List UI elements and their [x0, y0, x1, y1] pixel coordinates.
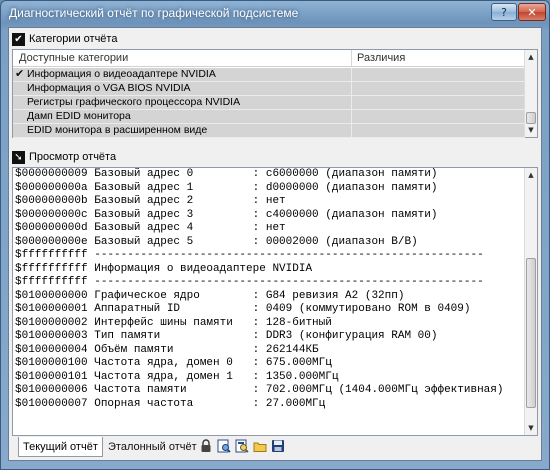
help-button[interactable]: ?: [491, 3, 517, 21]
report-tabs: Текущий отчёт Эталонный отчёт: [12, 436, 538, 458]
tab-reference-report[interactable]: Эталонный отчёт: [104, 437, 201, 457]
column-header-available[interactable]: Доступные категории: [19, 52, 128, 64]
scroll-up-icon[interactable]: ▲: [525, 169, 537, 181]
category-diff-cell: [351, 82, 352, 96]
scroll-thumb[interactable]: [526, 258, 536, 408]
report-line: $000000000b Базовый адрес 2 : нет: [15, 195, 286, 207]
dialog-client-area: ✔ Категории отчёта Доступные категории Р…: [8, 27, 542, 461]
column-header-diff[interactable]: Различия: [357, 52, 405, 64]
category-row[interactable]: ✔ Информация о видеоадаптере NVIDIA: [13, 67, 525, 82]
category-diff-cell: [351, 124, 352, 138]
app-window: Диагностический отчёт по графической под…: [0, 0, 550, 470]
category-label: Дамп EDID монитора: [27, 110, 131, 122]
save-icon[interactable]: [271, 439, 285, 453]
scroll-up-icon[interactable]: ▲: [525, 51, 537, 63]
category-label: Информация о VGA BIOS NVIDIA: [27, 82, 191, 94]
category-diff-cell: [351, 68, 352, 82]
categories-panel: Доступные категории Различия ✔ Информаци…: [12, 49, 538, 138]
categories-scrollbar[interactable]: ▲ ▼: [524, 50, 537, 137]
report-line: $000000000c Базовый адрес 3 : c4000000 (…: [15, 208, 438, 221]
report-line: $0100000007 Опорная частота : 27.000МГц: [15, 397, 326, 410]
close-button[interactable]: ✕: [518, 3, 546, 21]
category-row[interactable]: EDID монитора в расширенном виде: [13, 124, 525, 138]
category-diff-cell: [351, 96, 352, 110]
checkmark-icon: ✔: [15, 67, 25, 80]
report-line: $ffffffffff ----------------------------…: [15, 276, 484, 288]
scroll-down-icon[interactable]: ▼: [525, 124, 537, 136]
report-line: $0100000101 Частота ядра, домен 1 : 1350…: [15, 370, 339, 383]
category-row[interactable]: Дамп EDID монитора: [13, 110, 525, 124]
scroll-thumb[interactable]: [526, 112, 536, 124]
report-section-header[interactable]: ➘ Просмотр отчёта: [12, 148, 538, 166]
report-scrollbar[interactable]: ▲ ▼: [524, 168, 537, 435]
report-panel: $0000000009 Базовый адрес 0 : c6000000 (…: [12, 167, 538, 436]
window-title: Диагностический отчёт по графической под…: [9, 6, 299, 20]
report-line: $000000000d Базовый адрес 4 : нет: [15, 222, 286, 234]
report-text: $0000000009 Базовый адрес 0 : c6000000 (…: [15, 168, 523, 411]
report-line: $0100000002 Интерфейс шины памяти : 128-…: [15, 316, 332, 329]
collapse-arrow-icon[interactable]: ➘: [12, 150, 25, 164]
report-line: $0000000009 Базовый адрес 0 : c6000000 (…: [15, 168, 438, 180]
categories-table-header: Доступные категории Различия: [13, 50, 525, 67]
column-separator[interactable]: [351, 50, 352, 67]
report-section-label: Просмотр отчёта: [29, 151, 117, 163]
lock-icon[interactable]: [199, 439, 213, 453]
report-line: $0100000006 Частота памяти : 702.000МГц …: [15, 384, 504, 396]
report-line: $ffffffffff Информация о видеоадаптере N…: [15, 262, 313, 275]
categories-table: Доступные категории Различия ✔ Информаци…: [13, 50, 525, 138]
collapse-check-icon[interactable]: ✔: [12, 32, 25, 46]
title-bar[interactable]: Диагностический отчёт по графической под…: [1, 1, 549, 25]
category-label: Регистры графического процессора NVIDIA: [27, 96, 241, 108]
category-label: EDID монитора в расширенном виде: [27, 124, 208, 136]
category-row[interactable]: Регистры графического процессора NVIDIA: [13, 96, 525, 110]
categories-section-label: Категории отчёта: [29, 33, 118, 45]
category-diff-cell: [351, 110, 352, 124]
report-line: $000000000a Базовый адрес 1 : d0000000 (…: [15, 181, 438, 194]
compare-icon[interactable]: [235, 439, 249, 453]
category-label: Информация о видеоадаптере NVIDIA: [27, 68, 216, 80]
report-line: $0100000004 Объём памяти : 262144КБ: [15, 343, 319, 356]
report-line: $0100000003 Тип памяти : DDR3 (конфигура…: [15, 330, 438, 342]
view-icon[interactable]: [217, 439, 231, 453]
category-row[interactable]: Информация о VGA BIOS NVIDIA: [13, 82, 525, 96]
report-line: $0100000001 Аппаратный ID : 0409 (коммут…: [15, 303, 471, 315]
categories-section-header[interactable]: ✔ Категории отчёта: [12, 30, 538, 48]
report-line: $000000000e Базовый адрес 5 : 00002000 (…: [15, 235, 418, 248]
tab-current-report[interactable]: Текущий отчёт: [18, 437, 103, 457]
report-line: $0100000000 Графическое ядро : G84 ревиз…: [15, 289, 405, 302]
scroll-down-icon[interactable]: ▼: [525, 422, 537, 434]
report-line: $0100000100 Частота ядра, домен 0 : 675.…: [15, 357, 332, 369]
report-line: $ffffffffff ----------------------------…: [15, 249, 484, 261]
open-folder-icon[interactable]: [253, 439, 267, 453]
